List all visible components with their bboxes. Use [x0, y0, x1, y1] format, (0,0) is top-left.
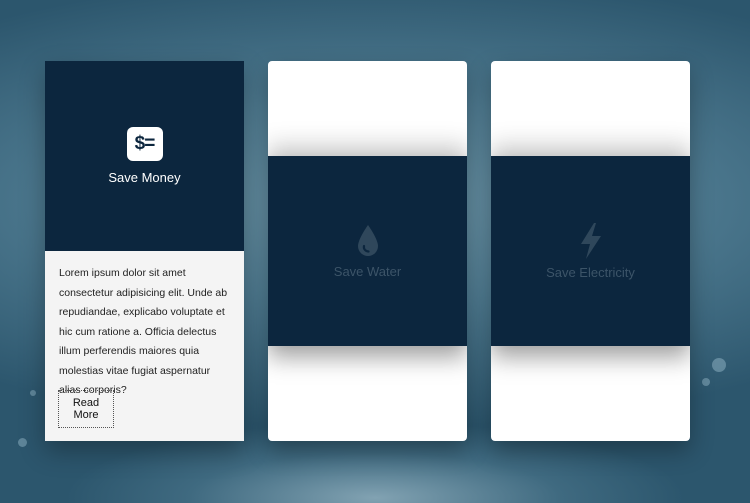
lightning-bolt-icon — [580, 222, 601, 259]
card-save-water-header: Save Water — [268, 156, 467, 346]
card-save-money-header: $= Save Money — [45, 61, 244, 251]
card-save-electricity[interactable]: Save Electricity — [491, 61, 690, 441]
card-save-water[interactable]: Save Water — [268, 61, 467, 441]
card-title: Save Water — [333, 263, 402, 279]
card-description: Lorem ipsum dolor sit amet consectetur a… — [59, 267, 228, 396]
card-save-money[interactable]: $= Save Money Lorem ipsum dolor sit amet… — [45, 61, 244, 441]
water-drop-icon — [357, 224, 378, 256]
card-title: Save Money — [108, 170, 181, 185]
card-save-electricity-header: Save Electricity — [491, 156, 690, 346]
read-more-button[interactable]: Read More — [58, 390, 114, 428]
card-title: Save Electricity — [546, 264, 635, 280]
dollar-list-icon: $= — [126, 127, 163, 161]
